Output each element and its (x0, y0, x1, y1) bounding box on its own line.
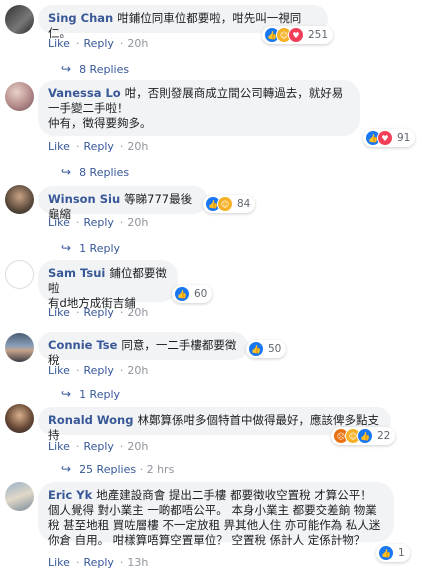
comment-actions: Like · Reply · 20h (48, 440, 149, 453)
like-button[interactable]: Like (48, 306, 70, 319)
comment-actions: Like · Reply · 20h (48, 364, 149, 377)
comment-time[interactable]: 20h (127, 306, 148, 319)
comment-bubble: Vanessa Lo 咁，否則發展商成立間公司轉過去，就好易一手變二手啦！ 仲有，… (38, 80, 360, 136)
reply-button[interactable]: Reply (83, 306, 113, 319)
reply-button[interactable]: Reply (83, 37, 113, 50)
view-replies-link[interactable]: ↪ 1 Reply (61, 241, 120, 255)
replies-time[interactable]: 2 hrs (147, 463, 175, 476)
comment-actions: Like · Reply · 20h (48, 140, 149, 153)
reply-button[interactable]: Reply (83, 364, 113, 377)
avatar[interactable] (5, 333, 34, 362)
reaction-summary[interactable]: 👍 1 (376, 544, 410, 562)
comment-author[interactable]: Ronald Wong (48, 413, 133, 427)
reply-button[interactable]: Reply (83, 440, 113, 453)
reply-arrow-icon: ↪ (61, 165, 72, 179)
comment-time[interactable]: 20h (127, 140, 148, 153)
reaction-count: 22 (377, 430, 391, 442)
replies-count[interactable]: 1 Reply (79, 242, 120, 255)
replies-count[interactable]: 25 Replies (79, 463, 136, 476)
reaction-count: 60 (194, 288, 208, 300)
comment-author[interactable]: Vanessa Lo (48, 86, 121, 100)
comment-actions: Like · Reply · 20h (48, 216, 149, 229)
thumbs-up-icon: 👍 (357, 428, 373, 444)
reply-button[interactable]: Reply (83, 140, 113, 153)
comment-bubble: Connie Tse 同意，一二手樓都要徵稅 (38, 332, 248, 367)
thumbs-up-icon: 👍 (378, 545, 394, 561)
avatar[interactable] (5, 260, 34, 289)
comment-author[interactable]: Sam Tsui (48, 266, 105, 280)
like-button[interactable]: Like (48, 364, 70, 377)
comment-actions: Like · Reply · 20h (48, 306, 149, 319)
view-replies-link[interactable]: ↪ 8 Replies (61, 62, 129, 76)
comment-bubble: Sam Tsui 鋪位都要徵啦 有d地方成街吉鋪 (38, 260, 178, 310)
reaction-count: 1 (398, 547, 405, 559)
reaction-summary[interactable]: ☹ ☺ 👍 22 (331, 427, 396, 445)
reaction-count: 251 (308, 29, 329, 41)
reaction-count: 84 (237, 198, 251, 210)
reply-arrow-icon: ↪ (61, 462, 72, 476)
comment-time[interactable]: 13h (127, 556, 148, 569)
reaction-summary[interactable]: 👍 ☺ ♥ 251 (262, 26, 334, 44)
reaction-summary[interactable]: 👍 50 (246, 340, 287, 358)
avatar[interactable] (5, 82, 34, 111)
comment-time[interactable]: 20h (127, 37, 148, 50)
avatar[interactable] (5, 5, 34, 34)
like-button[interactable]: Like (48, 556, 70, 569)
comment-actions: Like · Reply · 20h (48, 37, 149, 50)
laughing-face-icon: ☺ (217, 196, 233, 212)
like-button[interactable]: Like (48, 140, 70, 153)
thumbs-up-icon: 👍 (248, 341, 264, 357)
reply-button[interactable]: Reply (83, 556, 113, 569)
comment-time[interactable]: 20h (127, 364, 148, 377)
comment-author[interactable]: Sing Chan (48, 11, 113, 25)
reply-arrow-icon: ↪ (61, 241, 72, 255)
reaction-summary[interactable]: 👍 60 (172, 285, 213, 303)
avatar[interactable] (5, 482, 34, 511)
like-button[interactable]: Like (48, 216, 70, 229)
avatar[interactable] (5, 404, 34, 433)
comment-author[interactable]: Winson Siu (48, 192, 120, 206)
reaction-summary[interactable]: 👍 ♥ 91 (363, 129, 416, 147)
comment-bubble: Winson Siu 等睇777最後龜縮 (38, 186, 208, 221)
replies-count[interactable]: 8 Replies (79, 166, 129, 179)
reaction-count: 91 (397, 132, 411, 144)
comment-time[interactable]: 20h (127, 216, 148, 229)
reaction-summary[interactable]: 👍 ☺ 84 (203, 195, 256, 213)
comment-time[interactable]: 20h (127, 440, 148, 453)
replies-count[interactable]: 8 Replies (79, 63, 129, 76)
heart-icon: ♥ (288, 27, 304, 43)
comment-bubble: Eric Yk 地產建設商會 提出二手樓 都要徵收空置稅 才算公平！ 個人覺得 對… (38, 482, 394, 547)
replies-count[interactable]: 1 Reply (79, 388, 120, 401)
comment-author[interactable]: Connie Tse (48, 338, 117, 352)
like-button[interactable]: Like (48, 37, 70, 50)
view-replies-link[interactable]: ↪ 1 Reply (61, 387, 120, 401)
reply-arrow-icon: ↪ (61, 62, 72, 76)
like-button[interactable]: Like (48, 440, 70, 453)
reply-button[interactable]: Reply (83, 216, 113, 229)
view-replies-link[interactable]: ↪ 8 Replies (61, 165, 129, 179)
comment-text: 地產建設商會 提出二手樓 都要徵收空置稅 才算公平！ 個人覺得 對小業主 一啲都… (48, 488, 381, 547)
view-replies-link[interactable]: ↪ 25 Replies · 2 hrs (61, 462, 174, 476)
comment-actions: Like · Reply · 13h (48, 556, 149, 569)
avatar[interactable] (5, 185, 34, 214)
comment-author[interactable]: Eric Yk (48, 488, 92, 502)
reaction-count: 50 (268, 343, 282, 355)
reply-arrow-icon: ↪ (61, 387, 72, 401)
heart-icon: ♥ (377, 130, 393, 146)
thumbs-up-icon: 👍 (174, 286, 190, 302)
